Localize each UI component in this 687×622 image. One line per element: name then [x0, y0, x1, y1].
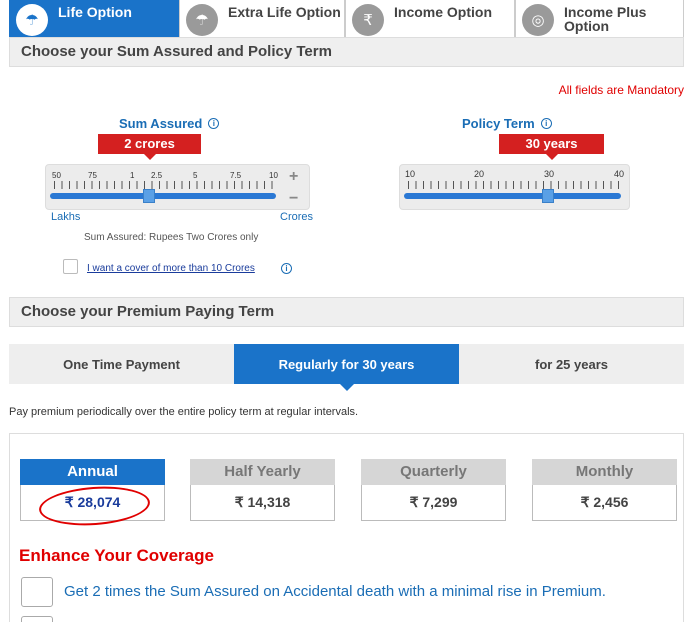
scale-label: 7.5: [230, 171, 242, 180]
scale-label: 20: [474, 169, 485, 179]
policy-term-title: Policy Term i: [462, 116, 552, 131]
tab-label: Income Plus Option: [564, 4, 647, 34]
tab-label: Life Option: [58, 4, 132, 20]
scale-label: 5: [193, 171, 198, 180]
more-cover-link[interactable]: I want a cover of more than 10 Crores: [87, 263, 255, 274]
info-icon[interactable]: i: [208, 118, 220, 129]
slider-rail: [50, 193, 276, 199]
frequency-amount: ₹ 14,318: [190, 485, 335, 521]
frequency-annual[interactable]: Annual ₹ 28,074: [20, 459, 165, 521]
tab-label: Extra Life Option: [228, 4, 341, 20]
scale-label: 2.5: [151, 171, 163, 180]
tab-label: Income Option: [394, 4, 492, 20]
sum-assured-title: Sum Assured i: [119, 116, 220, 131]
slider-ticks: [408, 181, 620, 189]
scale-label: 1: [130, 171, 135, 180]
decrease-button[interactable]: −: [289, 190, 298, 208]
more-cover-checkbox[interactable]: [63, 259, 78, 274]
frequency-amount: ₹ 2,456: [532, 485, 677, 521]
policy-term-handle[interactable]: [542, 189, 554, 203]
section-heading-sum-policy: Choose your Sum Assured and Policy Term: [9, 37, 684, 67]
option-25-years[interactable]: for 25 years: [459, 344, 684, 384]
slider-ticks: [54, 181, 278, 189]
tab-income-option[interactable]: ₹ Income Option: [345, 0, 515, 40]
scale-label: 10: [405, 169, 416, 179]
tab-income-plus-option[interactable]: ◎ Income Plus Option: [515, 0, 684, 40]
scale-label: 10: [269, 171, 278, 180]
slider-rail: [404, 193, 621, 199]
increase-button[interactable]: +: [289, 168, 298, 186]
policy-term-value-flag: 30 years: [499, 134, 604, 160]
policy-term-title-text: Policy Term: [462, 116, 535, 131]
section-heading-premium-term: Choose your Premium Paying Term: [9, 297, 684, 327]
slider-min-label: Lakhs: [51, 211, 81, 223]
scale-label: 75: [88, 171, 97, 180]
info-icon[interactable]: i: [281, 263, 292, 274]
frequency-quarterly[interactable]: Quarterly ₹ 7,299: [361, 459, 506, 521]
umbrella-person-icon: ☂: [16, 4, 48, 36]
premium-term-options: One Time Payment Regularly for 30 years …: [9, 344, 684, 391]
tab-life-option[interactable]: ☂ Life Option: [9, 0, 179, 40]
rider-checkbox[interactable]: [21, 616, 53, 622]
frequency-amount: ₹ 7,299: [361, 485, 506, 521]
frequency-label: Half Yearly: [190, 459, 335, 485]
tab-extra-life-option[interactable]: ☂ Extra Life Option: [179, 0, 345, 40]
frequency-amount: ₹ 28,074: [20, 485, 165, 521]
slider-max-label: Crores: [280, 211, 314, 223]
accidental-death-rider-checkbox[interactable]: [21, 577, 53, 607]
accidental-death-rider-text: Get 2 times the Sum Assured on Accidenta…: [64, 583, 606, 600]
scale-label: 40: [614, 169, 625, 179]
sum-assured-value-flag: 2 crores: [98, 134, 201, 160]
frequency-label: Quarterly: [361, 459, 506, 485]
info-icon[interactable]: i: [540, 118, 552, 129]
mandatory-note: All fields are Mandatory: [558, 83, 684, 97]
option-one-time-payment[interactable]: One Time Payment: [9, 344, 234, 384]
frequency-label: Annual: [20, 459, 165, 485]
premium-term-description: Pay premium periodically over the entire…: [9, 406, 359, 418]
enhance-coverage-heading: Enhance Your Coverage: [19, 546, 214, 565]
frequency-half-yearly[interactable]: Half Yearly ₹ 14,318: [190, 459, 335, 521]
coins-bag-icon: ◎: [522, 4, 554, 36]
sum-assured-handle[interactable]: [143, 189, 155, 203]
rupee-bag-icon: ₹: [352, 4, 384, 36]
option-regular-30-years[interactable]: Regularly for 30 years: [234, 344, 459, 391]
scale-label: 50: [52, 171, 61, 180]
frequency-label: Monthly: [532, 459, 677, 485]
sum-assured-caption: Sum Assured: Rupees Two Crores only: [84, 232, 259, 243]
scale-label: 30: [544, 169, 555, 179]
umbrella-icon: ☂: [186, 4, 218, 36]
frequency-monthly[interactable]: Monthly ₹ 2,456: [532, 459, 677, 521]
plan-option-tabs: ☂ Life Option ☂ Extra Life Option ₹ Inco…: [9, 0, 684, 40]
sum-assured-title-text: Sum Assured: [119, 116, 203, 131]
